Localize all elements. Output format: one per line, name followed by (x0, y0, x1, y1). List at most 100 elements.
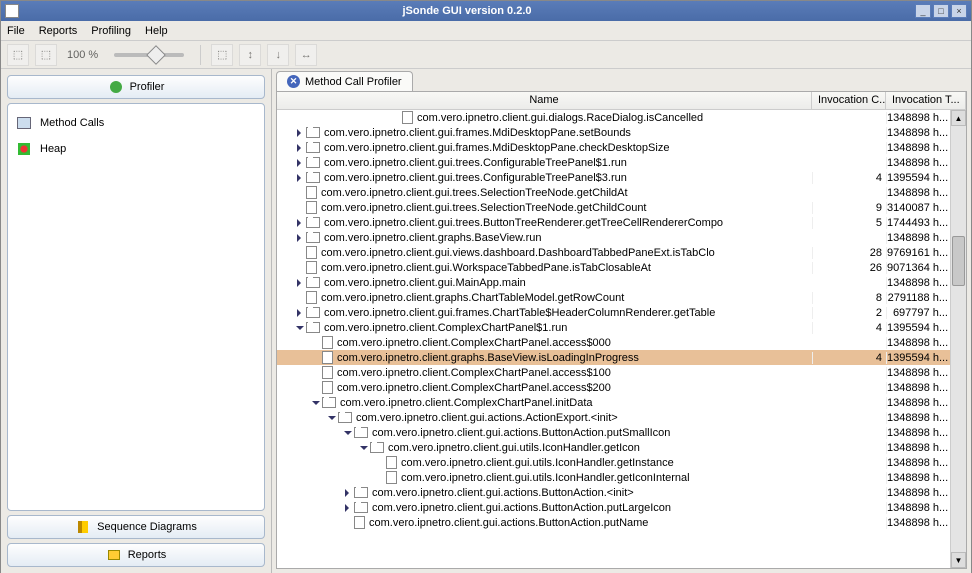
invocation-time: 1348898 h... (886, 127, 950, 139)
invocation-time: 1348898 h... (886, 157, 950, 169)
tree-row[interactable]: com.vero.ipnetro.client.gui.actions.Butt… (277, 500, 950, 515)
collapse-icon[interactable] (327, 413, 336, 422)
expand-icon[interactable] (295, 158, 304, 167)
scroll-up-button[interactable]: ▲ (951, 110, 966, 126)
scroll-down-button[interactable]: ▼ (951, 552, 966, 568)
folder-icon (370, 442, 384, 453)
tree-row[interactable]: com.vero.ipnetro.client.gui.trees.Select… (277, 185, 950, 200)
menu-help[interactable]: Help (145, 25, 168, 37)
file-icon (322, 381, 333, 394)
slider-thumb[interactable] (146, 45, 166, 65)
tree-row[interactable]: com.vero.ipnetro.client.gui.utils.IconHa… (277, 455, 950, 470)
expand-icon[interactable] (295, 143, 304, 152)
profiler-list: Method Calls Heap (7, 103, 265, 511)
collapse-icon[interactable] (359, 443, 368, 452)
tree-row[interactable]: com.vero.ipnetro.client.gui.trees.Button… (277, 215, 950, 230)
tree-row[interactable]: com.vero.ipnetro.client.gui.frames.Chart… (277, 305, 950, 320)
tree-row[interactable]: com.vero.ipnetro.client.gui.actions.Acti… (277, 410, 950, 425)
reports-button[interactable]: Reports (7, 543, 265, 567)
node-name: com.vero.ipnetro.client.ComplexChartPane… (337, 367, 611, 379)
column-count[interactable]: Invocation C... (812, 92, 886, 109)
node-name: com.vero.ipnetro.client.gui.trees.Select… (321, 187, 628, 199)
node-name: com.vero.ipnetro.client.gui.WorkspaceTab… (321, 262, 651, 274)
expand-icon[interactable] (295, 278, 304, 287)
tree-row[interactable]: com.vero.ipnetro.client.gui.WorkspaceTab… (277, 260, 950, 275)
invocation-time: 1348898 h... (886, 457, 950, 469)
expand-icon[interactable] (343, 503, 352, 512)
tree-row[interactable]: com.vero.ipnetro.client.gui.utils.IconHa… (277, 440, 950, 455)
tree-row[interactable]: com.vero.ipnetro.client.gui.utils.IconHa… (277, 470, 950, 485)
collapse-icon[interactable] (311, 398, 320, 407)
node-name: com.vero.ipnetro.client.ComplexChartPane… (324, 322, 567, 334)
invocation-time: 2791188 h... (886, 292, 950, 304)
sidebar-item-method-calls[interactable]: Method Calls (14, 110, 258, 136)
grid-body[interactable]: com.vero.ipnetro.client.gui.dialogs.Race… (277, 110, 950, 568)
expand-icon[interactable] (295, 218, 304, 227)
sequence-icon (75, 519, 91, 535)
tree-row[interactable]: com.vero.ipnetro.client.gui.trees.Config… (277, 170, 950, 185)
title-bar: ◧ jSonde GUI version 0.2.0 _ □ × (1, 1, 971, 21)
tree-row[interactable]: com.vero.ipnetro.client.gui.trees.Select… (277, 200, 950, 215)
menu-reports[interactable]: Reports (39, 25, 78, 37)
invocation-time: 1348898 h... (886, 517, 950, 529)
file-icon (322, 366, 333, 379)
tab-close-icon[interactable]: ✕ (287, 75, 300, 88)
expand-icon[interactable] (295, 128, 304, 137)
tree-row[interactable]: com.vero.ipnetro.client.gui.actions.Butt… (277, 515, 950, 530)
menu-file[interactable]: File (7, 25, 25, 37)
tool-button-5[interactable]: ↓ (267, 44, 289, 66)
maximize-button[interactable]: □ (933, 4, 949, 18)
expand-icon[interactable] (295, 233, 304, 242)
expand-icon[interactable] (343, 488, 352, 497)
tab-method-call-profiler[interactable]: ✕ Method Call Profiler (276, 71, 413, 91)
sequence-diagrams-button[interactable]: Sequence Diagrams (7, 515, 265, 539)
tool-button-2[interactable]: ⬚ (35, 44, 57, 66)
collapse-icon[interactable] (295, 323, 304, 332)
folder-icon (354, 487, 368, 498)
tool-button-1[interactable]: ⬚ (7, 44, 29, 66)
profiler-label: Profiler (130, 81, 165, 93)
column-time[interactable]: Invocation T... (886, 92, 966, 109)
tree-row[interactable]: com.vero.ipnetro.client.gui.trees.Config… (277, 155, 950, 170)
scroll-thumb[interactable] (952, 236, 965, 286)
profiler-button[interactable]: Profiler (7, 75, 265, 99)
tree-row[interactable]: com.vero.ipnetro.client.ComplexChartPane… (277, 320, 950, 335)
expand-icon[interactable] (295, 308, 304, 317)
file-icon (354, 516, 365, 529)
invocation-count: 8 (812, 292, 886, 304)
expand-icon[interactable] (295, 173, 304, 182)
collapse-icon[interactable] (343, 428, 352, 437)
minimize-button[interactable]: _ (915, 4, 931, 18)
node-name: com.vero.ipnetro.client.gui.utils.IconHa… (401, 457, 674, 469)
node-name: com.vero.ipnetro.client.gui.frames.MdiDe… (324, 142, 669, 154)
tree-row[interactable]: com.vero.ipnetro.client.graphs.ChartTabl… (277, 290, 950, 305)
invocation-time: 1348898 h... (886, 232, 950, 244)
tree-row[interactable]: com.vero.ipnetro.client.graphs.BaseView.… (277, 230, 950, 245)
tree-row[interactable]: com.vero.ipnetro.client.gui.MainApp.main… (277, 275, 950, 290)
tool-button-3[interactable]: ⬚ (211, 44, 233, 66)
zoom-slider[interactable] (114, 53, 184, 57)
tree-row[interactable]: com.vero.ipnetro.client.graphs.BaseView.… (277, 350, 950, 365)
vertical-scrollbar[interactable]: ▲ ▼ (950, 110, 966, 568)
tree-row[interactable]: com.vero.ipnetro.client.ComplexChartPane… (277, 380, 950, 395)
tree-row[interactable]: com.vero.ipnetro.client.ComplexChartPane… (277, 335, 950, 350)
menu-profiling[interactable]: Profiling (91, 25, 131, 37)
close-button[interactable]: × (951, 4, 967, 18)
tree-row[interactable]: com.vero.ipnetro.client.gui.frames.MdiDe… (277, 125, 950, 140)
tree-row[interactable]: com.vero.ipnetro.client.gui.dialogs.Race… (277, 110, 950, 125)
invocation-time: 697797 h... (886, 307, 950, 319)
scroll-track[interactable] (951, 126, 966, 552)
tree-row[interactable]: com.vero.ipnetro.client.gui.actions.Butt… (277, 425, 950, 440)
tool-button-4[interactable]: ↕ (239, 44, 261, 66)
tree-row[interactable]: com.vero.ipnetro.client.ComplexChartPane… (277, 395, 950, 410)
folder-icon (306, 142, 320, 153)
column-name[interactable]: Name (277, 92, 812, 109)
tree-row[interactable]: com.vero.ipnetro.client.ComplexChartPane… (277, 365, 950, 380)
tree-row[interactable]: com.vero.ipnetro.client.gui.frames.MdiDe… (277, 140, 950, 155)
file-icon (306, 246, 317, 259)
tree-row[interactable]: com.vero.ipnetro.client.gui.views.dashbo… (277, 245, 950, 260)
tree-row[interactable]: com.vero.ipnetro.client.gui.actions.Butt… (277, 485, 950, 500)
sidebar-item-heap[interactable]: Heap (14, 136, 258, 162)
menu-bar: File Reports Profiling Help (1, 21, 971, 41)
tool-button-6[interactable]: ↔ (295, 44, 317, 66)
